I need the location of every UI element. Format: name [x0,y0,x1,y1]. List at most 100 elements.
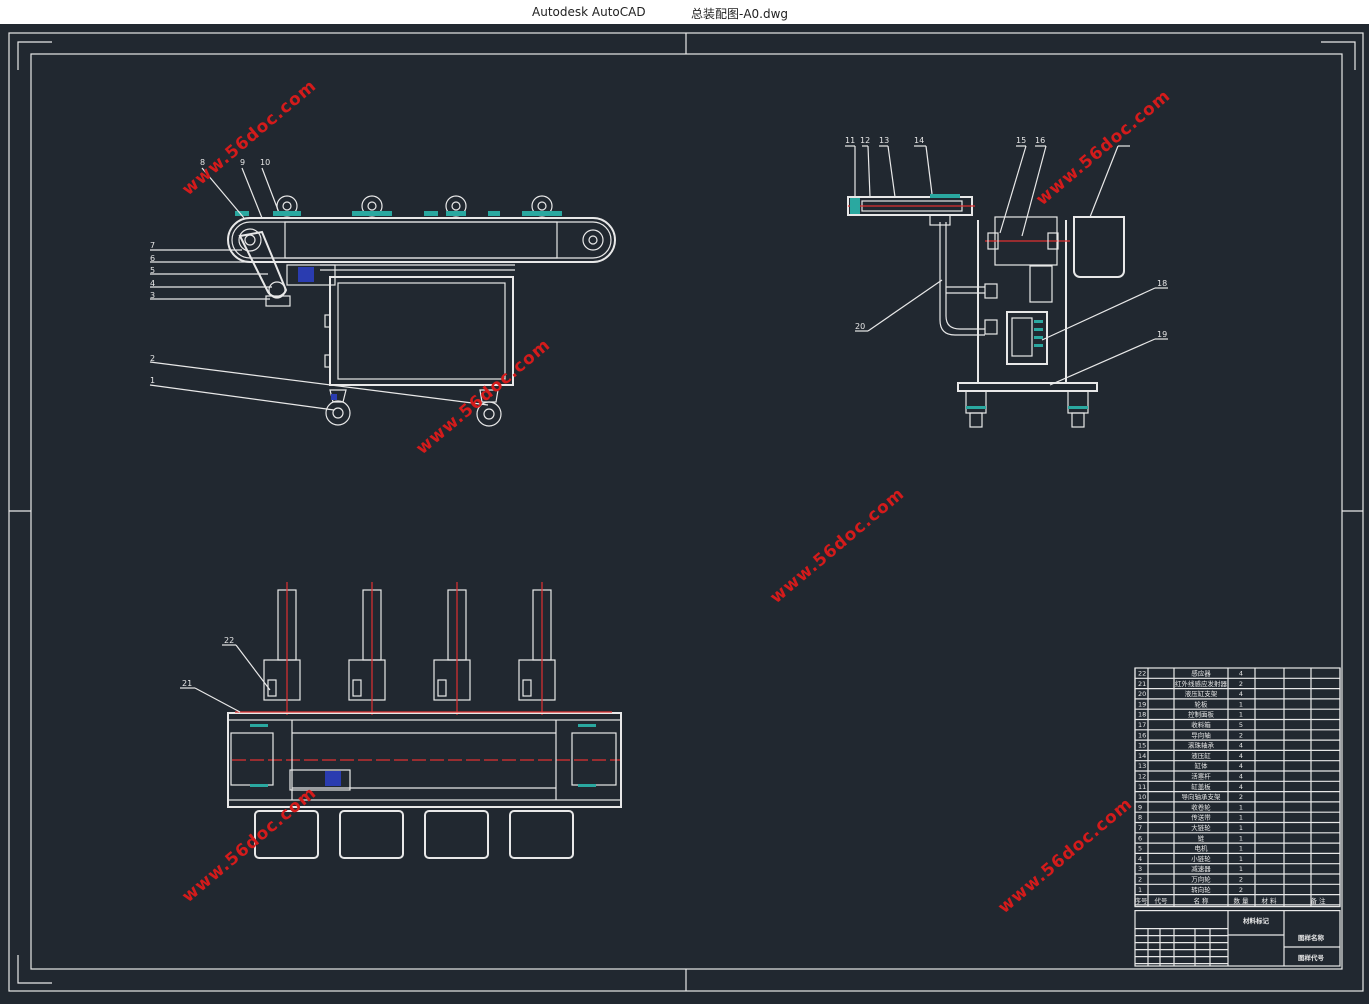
bom-row-number: 20 [1138,690,1146,698]
part-label: 14 [914,136,924,145]
plan-view: 22 21 [180,582,622,859]
drawing-code-label: 图样代号 [1298,953,1325,962]
part-label: 21 [182,679,192,688]
drawing-canvas[interactable]: 7 6 5 4 3 2 1 8 9 10 11 12 13 14 15 16 1… [0,24,1369,1000]
bom-row-name: 轮板 [1195,699,1209,708]
part-label: 5 [150,266,155,275]
bom-row-name: 链 [1198,833,1205,842]
bom-row-number: 21 [1138,680,1146,688]
bom-row-number: 22 [1138,670,1146,678]
bom-row-number: 7 [1138,824,1142,832]
watermark-text: www.56doc.com [412,335,554,459]
bom-row-qty: 4 [1239,773,1243,781]
part-label: 22 [224,636,234,645]
bom-row-name: 控制面板 [1188,710,1215,719]
bom-row-qty: 1 [1239,711,1243,719]
bom-row-qty: 1 [1239,803,1243,811]
part-label: 12 [860,136,870,145]
bom-row-number: 6 [1138,834,1142,842]
bom-header-cell: 序号 [1135,896,1149,905]
bom-row-number: 19 [1138,700,1146,708]
bom-row-qty: 4 [1239,670,1243,678]
part-label: 7 [150,241,155,250]
bom-row-number: 2 [1138,876,1142,884]
bom-row-number: 14 [1138,752,1146,760]
bom-row-qty: 1 [1239,855,1243,863]
cylinder-2 [348,582,386,715]
part-label: 1 [150,376,155,385]
bom-row-qty: 1 [1239,834,1243,842]
bom-row-name: 液压缸 [1191,751,1211,760]
bom-row-number: 1 [1138,886,1142,894]
part-label: 20 [855,322,865,331]
bom-row-name: 转向轮 [1191,885,1211,894]
bom-row-number: 16 [1138,731,1146,739]
title-bar: Autodesk AutoCAD 总装配图-A0.dwg [0,0,1369,24]
watermark-text: www.56doc.com [1032,86,1174,210]
end-view: 11 12 13 14 15 16 18 19 20 [845,136,1168,428]
roller-3 [424,195,467,217]
bom-header-cell: 材 料 [1261,896,1277,905]
bom-row-qty: 2 [1239,680,1243,688]
part-label: 10 [260,158,270,167]
bom-row-name: 减速器 [1191,864,1211,873]
bom-row-qty: 2 [1239,886,1243,894]
bom-row-name: 缸体 [1195,761,1209,770]
bom-row-qty: 4 [1239,762,1243,770]
bom-header-cell: 备 注 [1310,896,1326,905]
bom-row-qty: 1 [1239,824,1243,832]
bom-row-name: 小链轮 [1191,854,1211,863]
bom-header-cell: 数 量 [1233,896,1249,905]
material-mark-label: 材料标记 [1242,916,1270,925]
part-label: 15 [1016,136,1026,145]
document-tab-title[interactable]: 总装配图-A0.dwg [691,5,788,22]
watermarks: www.56doc.com www.56doc.com www.56doc.co… [178,76,1174,918]
bom-row-number: 18 [1138,711,1146,719]
cylinder-3 [433,582,471,715]
bom-row-number: 11 [1138,783,1146,791]
roller-2 [352,195,392,217]
bom-row-number: 3 [1138,865,1142,873]
bill-of-materials: 22 感应器 421 红外线感应发射器 220 液压缸支架 419 轮板 118 控制面板 117 收… [1134,667,1341,967]
part-label: 2 [150,354,155,363]
drawing-name-label: 图样名称 [1298,933,1325,942]
bom-row-qty: 2 [1239,793,1243,801]
bom-row-name: 滚珠轴承 [1188,741,1215,750]
bom-row-number: 5 [1138,845,1142,853]
bom-row-name: 大链轮 [1191,823,1211,832]
bom-row-qty: 2 [1239,876,1243,884]
cylinder-4 [518,582,556,715]
bom-row-name: 传送带 [1191,813,1211,822]
bom-row-qty: 1 [1239,845,1243,853]
bom-row-qty: 1 [1239,865,1243,873]
watermark-text: www.56doc.com [178,76,320,200]
bom-row-name: 导向轴 [1191,730,1211,739]
bom-row-number: 10 [1138,793,1146,801]
bom-row-qty: 4 [1239,752,1243,760]
bom-row-name: 感应器 [1191,669,1211,678]
bom-row-name: 收料箱 [1191,720,1211,729]
bom-row-qty: 2 [1239,731,1243,739]
bom-row-name: 收卷轮 [1191,802,1211,811]
bom-row-number: 15 [1138,742,1146,750]
cylinder-1 [263,582,301,715]
side-view: 7 6 5 4 3 2 1 8 9 10 [149,158,616,427]
bom-row-number: 13 [1138,762,1146,770]
bom-row-name: 红外线感应发射器 [1175,679,1228,688]
roller-4 [522,195,562,217]
part-label: 9 [240,158,245,167]
part-label: 16 [1035,136,1045,145]
bom-header-cell: 代号 [1155,896,1169,905]
part-label: 11 [845,136,855,145]
watermark-text: www.56doc.com [766,484,908,608]
roller-1 [273,195,301,217]
bom-row-name: 液压缸支架 [1185,689,1218,698]
bom-row-qty: 1 [1239,814,1243,822]
part-label: 13 [879,136,889,145]
part-label: 3 [150,291,155,300]
bom-row-name: 电机 [1195,844,1209,853]
part-label: 6 [150,254,155,263]
part-label: 19 [1157,330,1167,339]
watermark-text: www.56doc.com [994,794,1136,918]
bom-row-name: 活塞杆 [1191,772,1211,781]
